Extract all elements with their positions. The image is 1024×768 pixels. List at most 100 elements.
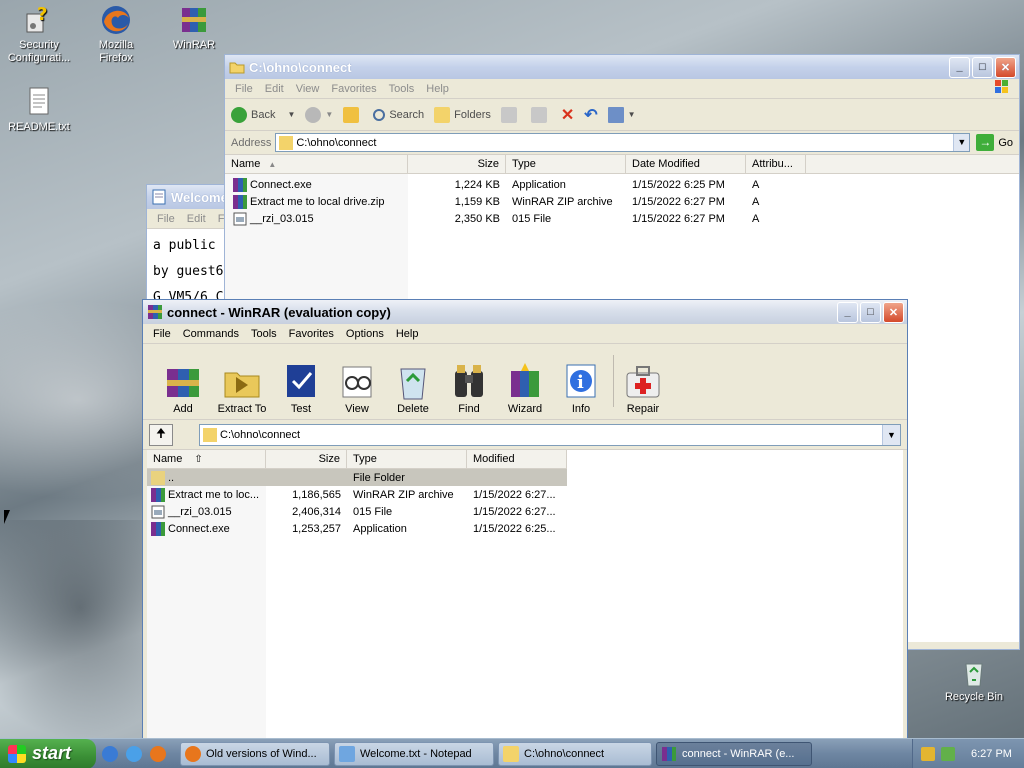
list-item[interactable]: Connect.exe 1,253,257 Application 1/15/2… — [147, 520, 903, 537]
column-modified[interactable]: Modified — [467, 450, 567, 468]
address-label: Address — [231, 136, 272, 149]
notepad-window[interactable]: Welcome FileEditFo a public by guest6 G … — [146, 184, 236, 309]
menu-tools[interactable]: Tools — [245, 328, 283, 340]
task-firefox[interactable]: Old versions of Wind... — [180, 741, 330, 766]
menu-edit[interactable]: Edit — [181, 213, 212, 225]
explorer-titlebar[interactable]: C:\ohno\connect _ □ ✕ — [225, 55, 1019, 79]
list-item[interactable]: __rzi_03.015 2,406,314 015 File 1/15/202… — [147, 503, 903, 520]
go-arrow-icon: → — [976, 134, 995, 151]
column-name[interactable]: Name ⇧ — [147, 450, 266, 468]
notepad-icon — [339, 745, 355, 762]
list-item[interactable]: Connect.exe 1,224 KB Application 1/15/20… — [225, 176, 1019, 193]
taskbar: start Old versions of Wind... Welcome.tx… — [0, 738, 1024, 768]
windows-flag-icon — [8, 744, 26, 763]
clock[interactable]: 6:27 PM — [971, 748, 1012, 760]
winrar-titlebar[interactable]: connect - WinRAR (evaluation copy) _ □ ✕ — [143, 300, 907, 324]
notepad-titlebar[interactable]: Welcome — [147, 185, 235, 209]
menu-commands[interactable]: Commands — [177, 328, 245, 340]
go-button[interactable]: → Go — [976, 134, 1013, 151]
winrar-window[interactable]: connect - WinRAR (evaluation copy) _ □ ✕… — [142, 299, 908, 748]
close-button[interactable]: ✕ — [883, 301, 904, 323]
task-explorer[interactable]: C:\ohno\connect — [498, 741, 652, 766]
back-button[interactable]: Back ▼ — [231, 106, 295, 123]
path-input[interactable]: C:\ohno\connect ▼ — [199, 423, 901, 446]
button-label: Test — [290, 403, 312, 415]
winrar-list-header: Name ⇧ Size Type Modified — [147, 450, 567, 469]
file-size: 1,224 KB — [454, 178, 500, 191]
file-date: 1/15/2022 6:25 PM — [632, 178, 725, 191]
firefox-icon[interactable] — [150, 745, 166, 762]
chevron-down-icon[interactable]: ▼ — [953, 134, 970, 151]
winrar-file-list[interactable]: Name ⇧ Size Type Modified .. File Folder … — [147, 450, 903, 748]
search-button[interactable]: Search — [373, 108, 424, 121]
list-item[interactable]: Extract me to loc... 1,186,565 WinRAR ZI… — [147, 486, 903, 503]
winrar-toolbar: Add Extract To Test View Delete Find Wiz… — [143, 344, 907, 420]
desktop-icon-recycle-bin[interactable]: Recycle Bin — [938, 656, 1010, 704]
file-type: Application — [512, 178, 566, 191]
wizard-button[interactable]: Wizard — [497, 361, 553, 415]
find-button[interactable]: Find — [441, 361, 497, 415]
delete-button[interactable]: Delete — [385, 361, 441, 415]
menu-file[interactable]: File — [151, 213, 181, 225]
column-date-modified[interactable]: Date Modified — [626, 155, 746, 173]
task-notepad[interactable]: Welcome.txt - Notepad — [334, 741, 494, 766]
explorer-title: C:\ohno\connect — [249, 59, 352, 75]
maximize-button[interactable]: □ — [860, 301, 881, 323]
menu-help[interactable]: Help — [390, 328, 425, 340]
copy-to-button[interactable] — [530, 106, 551, 123]
column-type[interactable]: Type — [347, 450, 467, 468]
task-label: Welcome.txt - Notepad — [360, 747, 472, 760]
info-button[interactable]: i Info — [553, 361, 609, 415]
menu-favorites[interactable]: Favorites — [283, 328, 340, 340]
notepad-text-area[interactable]: a public by guest6 G VM5/6 C — [147, 229, 235, 309]
repair-button[interactable]: Repair — [618, 361, 668, 415]
menu-file[interactable]: File — [147, 328, 177, 340]
column-size[interactable]: Size — [408, 155, 506, 173]
desktop-icon-security-config[interactable]: ? Security Configurati... — [3, 4, 75, 65]
column-type[interactable]: Type — [506, 155, 626, 173]
file-type: Application — [353, 522, 407, 535]
desktop-icon-readme[interactable]: README.txt — [3, 86, 75, 134]
views-button[interactable]: ▼ — [607, 106, 636, 123]
column-name[interactable]: Name ▲ — [225, 155, 408, 173]
menu-edit[interactable]: Edit — [259, 83, 290, 95]
list-item-parent-folder[interactable]: .. File Folder — [147, 469, 567, 486]
menu-favorites[interactable]: Favorites — [325, 83, 382, 95]
button-label: Delete — [397, 403, 429, 415]
file-type: 015 File — [512, 212, 552, 225]
column-attributes[interactable]: Attribu... — [746, 155, 806, 173]
maximize-button[interactable]: □ — [972, 56, 993, 78]
up-one-level-button[interactable]: 🠉 — [149, 423, 173, 446]
menu-view[interactable]: View — [290, 83, 326, 95]
test-button[interactable]: Test — [273, 361, 329, 415]
desktop-icon-firefox[interactable]: Mozilla Firefox — [80, 4, 152, 65]
menu-options[interactable]: Options — [340, 328, 390, 340]
internet-explorer-icon[interactable] — [126, 745, 142, 762]
show-desktop-icon[interactable] — [102, 745, 118, 762]
delete-button[interactable]: ✕ — [561, 105, 574, 125]
list-item[interactable]: Extract me to local drive.zip 1,159 KB W… — [225, 193, 1019, 210]
undo-button[interactable]: ↶ — [584, 105, 597, 125]
tray-network-icon[interactable] — [941, 747, 955, 761]
address-input[interactable]: C:\ohno\connect ▼ — [275, 133, 971, 152]
forward-button[interactable]: ▼ — [305, 106, 333, 123]
minimize-button[interactable]: _ — [949, 56, 970, 78]
desktop-icon-winrar[interactable]: WinRAR — [158, 4, 230, 52]
chevron-down-icon[interactable]: ▼ — [882, 424, 900, 445]
extract-to-button[interactable]: Extract To — [211, 361, 273, 415]
folders-button[interactable]: Folders — [434, 106, 491, 123]
move-to-button[interactable] — [500, 106, 521, 123]
start-button[interactable]: start — [0, 738, 96, 768]
up-folder-button[interactable] — [343, 106, 363, 123]
menu-file[interactable]: File — [229, 83, 259, 95]
add-button[interactable]: Add — [155, 361, 211, 415]
minimize-button[interactable]: _ — [837, 301, 858, 323]
menu-help[interactable]: Help — [420, 83, 455, 95]
menu-tools[interactable]: Tools — [383, 83, 421, 95]
close-button[interactable]: ✕ — [995, 56, 1016, 78]
tray-tool-icon[interactable] — [921, 747, 935, 761]
column-size[interactable]: Size — [266, 450, 347, 468]
view-button[interactable]: View — [329, 361, 385, 415]
task-winrar[interactable]: connect - WinRAR (e... — [656, 741, 812, 766]
list-item[interactable]: __rzi_03.015 2,350 KB 015 File 1/15/2022… — [225, 210, 1019, 227]
